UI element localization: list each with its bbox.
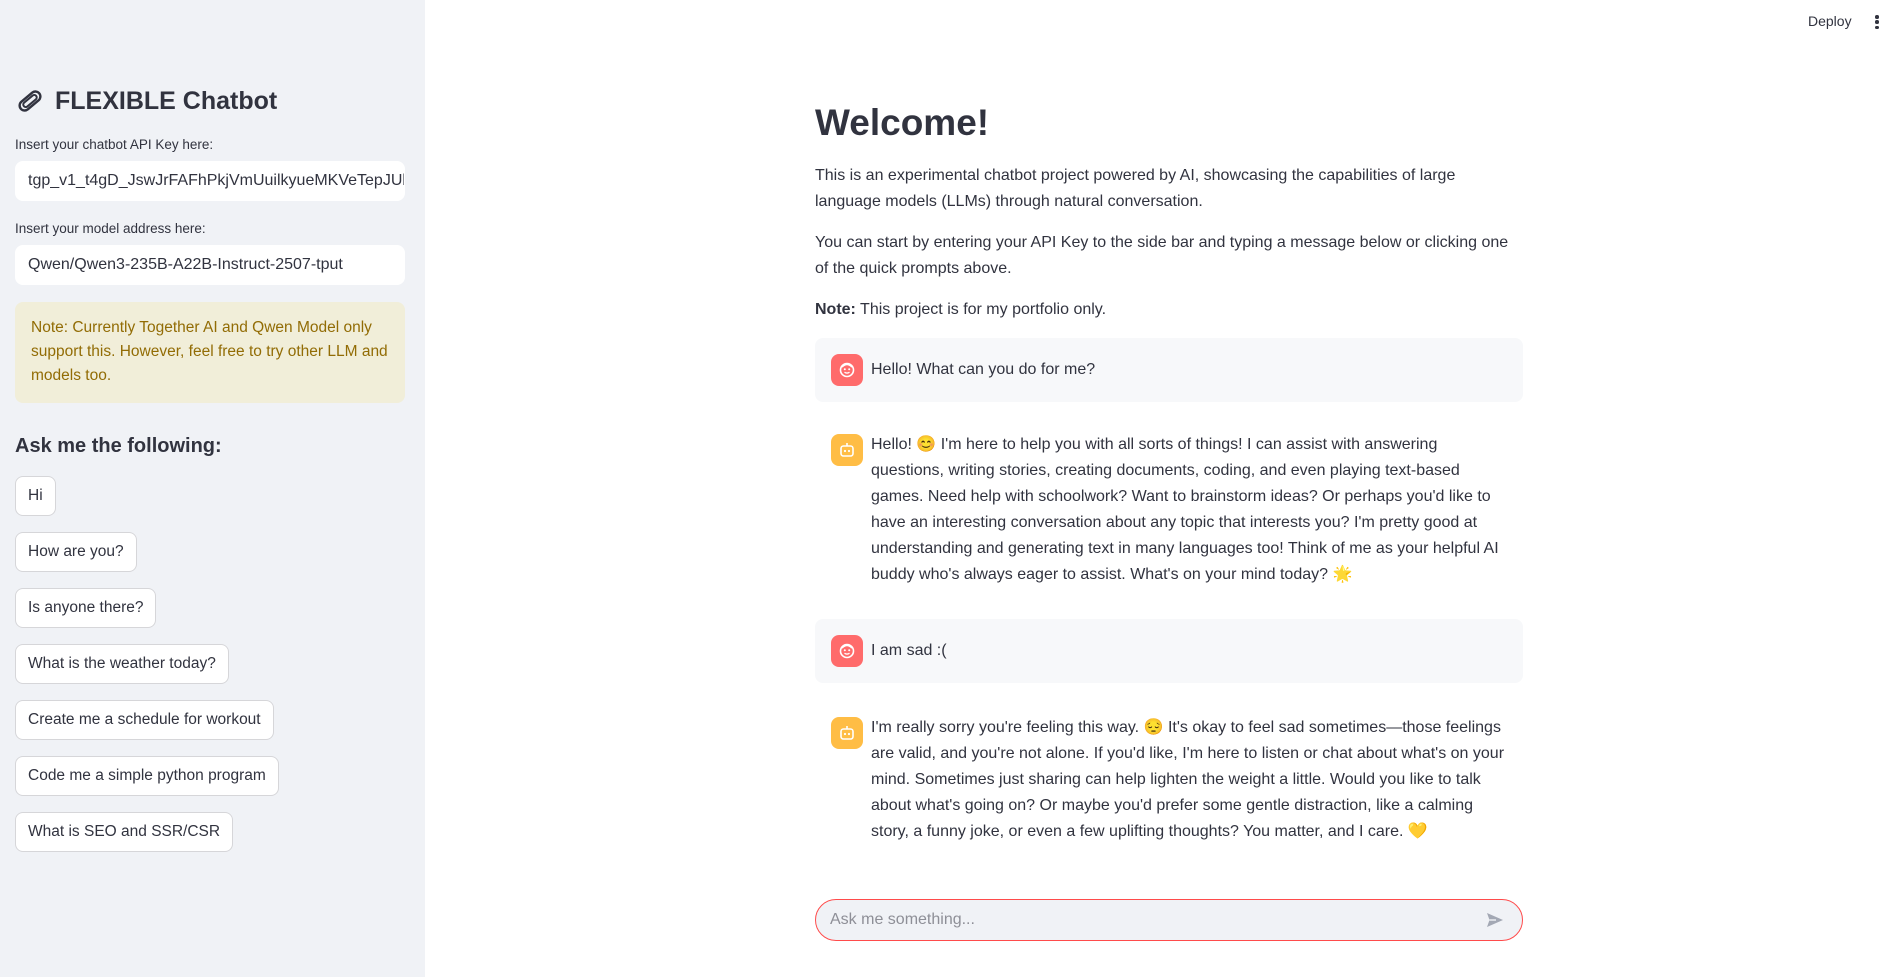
message-text-part: I'm here to help you with all sorts of t… bbox=[871, 436, 1499, 583]
smile-emoji-icon: 😊 bbox=[916, 436, 937, 453]
prompt-button-python-program[interactable]: Code me a simple python program bbox=[15, 756, 279, 796]
message-text-part: Hello! bbox=[871, 436, 917, 453]
chat-message-assistant: I'm really sorry you're feeling this way… bbox=[815, 701, 1523, 881]
intro-paragraph: This is an experimental chatbot project … bbox=[815, 167, 1456, 210]
user-avatar-icon bbox=[831, 354, 863, 386]
paperclip-icon bbox=[15, 86, 45, 116]
kebab-menu-icon[interactable] bbox=[1872, 12, 1882, 32]
portfolio-note-label: Note: bbox=[815, 301, 856, 318]
bot-avatar-icon bbox=[831, 717, 863, 749]
message-text: I am sad :( bbox=[871, 642, 947, 659]
prompt-button-workout-schedule[interactable]: Create me a schedule for workout bbox=[15, 700, 274, 740]
chat-message-user: I am sad :( bbox=[815, 619, 1523, 683]
prompt-button-hi[interactable]: Hi bbox=[15, 476, 56, 516]
message-text: Hello! 😊 I'm here to help you with all s… bbox=[871, 432, 1511, 588]
model-address-value: Qwen/Qwen3-235B-A22B-Instruct-2507-tput bbox=[28, 256, 343, 273]
prompt-button-weather[interactable]: What is the weather today? bbox=[15, 644, 229, 684]
model-note-alert: Note: Currently Together AI and Qwen Mod… bbox=[15, 302, 405, 403]
prompt-button-seo-ssr-csr[interactable]: What is SEO and SSR/CSR bbox=[15, 812, 234, 852]
chat-message-user: Hello! What can you do for me? bbox=[815, 338, 1523, 402]
model-address-label: Insert your model address here: bbox=[15, 221, 206, 236]
portfolio-note-text: This project is for my portfolio only. bbox=[855, 301, 1107, 318]
bot-avatar-icon bbox=[831, 434, 863, 466]
instructions-paragraph: You can start by entering your API Key t… bbox=[815, 234, 1509, 277]
api-key-input[interactable]: tgp_v1_t4gD_JswJrFAFhPkjVmUuilkyueMKVeTe… bbox=[15, 161, 405, 201]
api-key-label: Insert your chatbot API Key here: bbox=[15, 137, 214, 152]
sidebar-title-text: FLEXIBLE Chatbot bbox=[55, 86, 278, 115]
sidebar-title: FLEXIBLE Chatbot bbox=[15, 86, 277, 116]
chat-message-assistant: Hello! 😊 I'm here to help you with all s… bbox=[815, 418, 1523, 598]
pensive-emoji-icon: 😔 bbox=[1143, 719, 1164, 736]
deploy-button[interactable]: Deploy bbox=[1808, 13, 1852, 29]
model-address-input[interactable]: Qwen/Qwen3-235B-A22B-Instruct-2507-tput bbox=[15, 245, 405, 285]
chat-input[interactable] bbox=[830, 911, 1482, 929]
message-text: Hello! What can you do for me? bbox=[871, 361, 1096, 378]
chat-input-container bbox=[815, 899, 1523, 941]
quick-prompts-heading: Ask me the following: bbox=[15, 435, 222, 457]
send-icon[interactable] bbox=[1482, 907, 1508, 933]
page-title: Welcome! bbox=[815, 102, 990, 143]
yellow-heart-emoji-icon: 💛 bbox=[1407, 823, 1428, 840]
user-avatar-icon bbox=[831, 635, 863, 667]
api-key-value: tgp_v1_t4gD_JswJrFAFhPkjVmUuilkyueMKVeTe… bbox=[28, 172, 405, 189]
portfolio-note: Note: This project is for my portfolio o… bbox=[815, 297, 1515, 323]
sidebar: FLEXIBLE Chatbot Insert your chatbot API… bbox=[0, 0, 425, 977]
prompt-button-how-are-you[interactable]: How are you? bbox=[15, 532, 137, 572]
prompt-button-anyone-there[interactable]: Is anyone there? bbox=[15, 588, 157, 628]
message-text-part: I'm really sorry you're feeling this way… bbox=[871, 719, 1144, 736]
star-emoji-icon: 🌟 bbox=[1332, 566, 1353, 583]
message-text: I'm really sorry you're feeling this way… bbox=[871, 715, 1511, 845]
message-text-part: It's okay to feel sad sometimes—those fe… bbox=[871, 719, 1505, 840]
